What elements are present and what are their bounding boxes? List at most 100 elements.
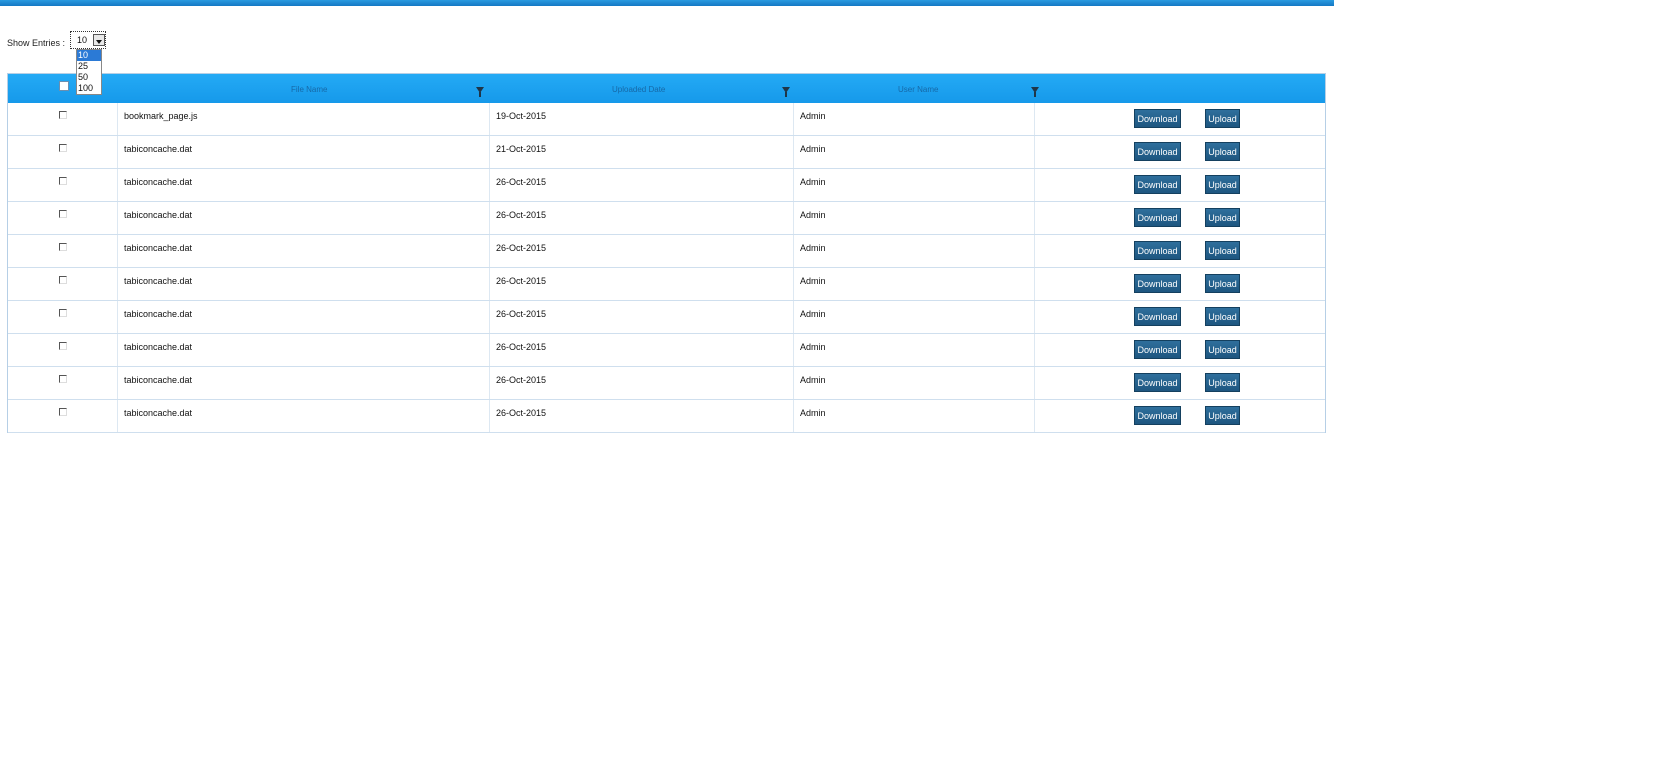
table-row: tabiconcache.dat 26-Oct-2015 Admin Download… [8, 400, 1325, 433]
upload-button[interactable]: Upload [1205, 307, 1240, 326]
actions-cell: Download Upload [1035, 301, 1327, 333]
uploaded-date-cell: 26-Oct-2015 [490, 268, 794, 300]
file-name: tabiconcache.dat [124, 177, 193, 187]
uploaded-date-cell: 26-Oct-2015 [490, 334, 794, 366]
entries-option-50[interactable]: 50 [77, 72, 101, 83]
header-user-name[interactable]: User Name [794, 74, 1039, 103]
show-entries-select[interactable]: 10 [70, 31, 106, 49]
table-row: tabiconcache.dat 26-Oct-2015 Admin Download… [8, 202, 1325, 235]
select-cell [8, 301, 118, 333]
file-name-cell: tabiconcache.dat [118, 301, 490, 333]
row-checkbox[interactable] [59, 111, 67, 119]
header-file-name-label: File Name [291, 85, 328, 94]
user-name-cell: Admin [794, 334, 1035, 366]
download-button[interactable]: Download [1134, 109, 1181, 128]
uploaded-date-cell: 21-Oct-2015 [490, 136, 794, 168]
table-row: tabiconcache.dat 26-Oct-2015 Admin Download… [8, 268, 1325, 301]
header-user-name-label: User Name [898, 85, 939, 94]
table-row: tabiconcache.dat 26-Oct-2015 Admin Download… [8, 301, 1325, 334]
actions-cell: Download Upload [1035, 400, 1327, 432]
row-checkbox[interactable] [59, 309, 67, 317]
upload-button[interactable]: Upload [1205, 274, 1240, 293]
header-file-name[interactable]: File Name [118, 74, 490, 103]
file-name: tabiconcache.dat [124, 210, 193, 220]
upload-button[interactable]: Upload [1205, 340, 1240, 359]
actions-cell: Download Upload [1035, 367, 1327, 399]
user-name: Admin [800, 144, 826, 154]
header-uploaded-date[interactable]: Uploaded Date [490, 74, 794, 103]
actions-cell: Download Upload [1035, 268, 1327, 300]
entries-option-100[interactable]: 100 [77, 83, 101, 94]
file-name-cell: tabiconcache.dat [118, 334, 490, 366]
row-checkbox[interactable] [59, 177, 67, 185]
dropdown-arrow-icon[interactable] [93, 34, 105, 46]
user-name: Admin [800, 243, 826, 253]
download-button[interactable]: Download [1134, 373, 1181, 392]
top-bar [0, 0, 1334, 6]
user-name: Admin [800, 276, 826, 286]
download-button[interactable]: Download [1134, 307, 1181, 326]
user-name-cell: Admin [794, 301, 1035, 333]
entries-option-10[interactable]: 10 [77, 50, 101, 61]
row-checkbox[interactable] [59, 276, 67, 284]
filter-icon[interactable] [476, 87, 484, 97]
user-name-cell: Admin [794, 136, 1035, 168]
select-cell [8, 268, 118, 300]
files-table: File Name Uploaded Date User Name bookma… [7, 73, 1326, 433]
filter-icon[interactable] [1031, 87, 1039, 97]
uploaded-date: 21-Oct-2015 [496, 144, 547, 154]
download-button[interactable]: Download [1134, 241, 1181, 260]
row-checkbox[interactable] [59, 210, 67, 218]
user-name: Admin [800, 309, 826, 319]
table-row: tabiconcache.dat 26-Oct-2015 Admin Download… [8, 367, 1325, 400]
file-name: tabiconcache.dat [124, 243, 193, 253]
actions-cell: Download Upload [1035, 103, 1327, 135]
download-button[interactable]: Download [1134, 274, 1181, 293]
actions-cell: Download Upload [1035, 235, 1327, 267]
upload-button[interactable]: Upload [1205, 373, 1240, 392]
file-name-cell: tabiconcache.dat [118, 136, 490, 168]
upload-button[interactable]: Upload [1205, 175, 1240, 194]
actions-cell: Download Upload [1035, 136, 1327, 168]
download-button[interactable]: Download [1134, 142, 1181, 161]
upload-button[interactable]: Upload [1205, 109, 1240, 128]
user-name-cell: Admin [794, 400, 1035, 432]
actions-cell: Download Upload [1035, 169, 1327, 201]
table-row: tabiconcache.dat 26-Oct-2015 Admin Download… [8, 235, 1325, 268]
download-button[interactable]: Download [1134, 208, 1181, 227]
select-cell [8, 400, 118, 432]
row-checkbox[interactable] [59, 408, 67, 416]
table-row: tabiconcache.dat 26-Oct-2015 Admin Download… [8, 169, 1325, 202]
download-button[interactable]: Download [1134, 175, 1181, 194]
row-checkbox[interactable] [59, 342, 67, 350]
show-entries-options: 10 25 50 100 [76, 49, 102, 95]
upload-button[interactable]: Upload [1205, 142, 1240, 161]
filter-icon[interactable] [782, 87, 790, 97]
file-name: tabiconcache.dat [124, 408, 193, 418]
download-button[interactable]: Download [1134, 340, 1181, 359]
entries-option-25[interactable]: 25 [77, 61, 101, 72]
file-name-cell: tabiconcache.dat [118, 367, 490, 399]
user-name: Admin [800, 177, 826, 187]
select-cell [8, 136, 118, 168]
user-name-cell: Admin [794, 268, 1035, 300]
actions-cell: Download Upload [1035, 334, 1327, 366]
file-name: tabiconcache.dat [124, 342, 193, 352]
uploaded-date-cell: 26-Oct-2015 [490, 235, 794, 267]
table-row: tabiconcache.dat 26-Oct-2015 Admin Download… [8, 334, 1325, 367]
row-checkbox[interactable] [59, 243, 67, 251]
download-button[interactable]: Download [1134, 406, 1181, 425]
file-name: tabiconcache.dat [124, 309, 193, 319]
upload-button[interactable]: Upload [1205, 241, 1240, 260]
uploaded-date: 26-Oct-2015 [496, 408, 547, 418]
row-checkbox[interactable] [59, 144, 67, 152]
upload-button[interactable]: Upload [1205, 208, 1240, 227]
row-checkbox[interactable] [59, 375, 67, 383]
actions-cell: Download Upload [1035, 202, 1327, 234]
upload-button[interactable]: Upload [1205, 406, 1240, 425]
table-header: File Name Uploaded Date User Name [8, 74, 1325, 103]
select-cell [8, 103, 118, 135]
select-all-checkbox[interactable] [59, 81, 69, 91]
uploaded-date: 26-Oct-2015 [496, 177, 547, 187]
user-name-cell: Admin [794, 103, 1035, 135]
